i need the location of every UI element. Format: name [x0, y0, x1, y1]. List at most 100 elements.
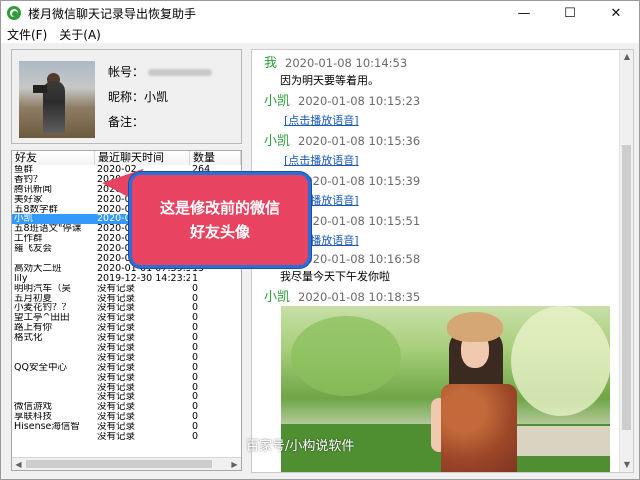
- message-sender: 小凯: [264, 134, 291, 149]
- remark-label: 备注：: [108, 115, 145, 129]
- photo-dress: [441, 384, 517, 472]
- friend-row[interactable]: 没有记录 0: [12, 353, 241, 363]
- annotation-callout: 这是修改前的微信 好友头像: [129, 172, 311, 268]
- message-time: 2020-01-08 10:14:53: [285, 56, 408, 70]
- friend-row-time: 没有记录: [97, 382, 136, 393]
- menu-bar: 文件(F) 关于(A): [1, 25, 639, 43]
- column-header-last-chat[interactable]: 最近聊天时间: [95, 151, 190, 165]
- column-header-friend[interactable]: 好友: [12, 151, 95, 165]
- friend-row[interactable]: 没有记录 0: [12, 343, 241, 353]
- friend-row[interactable]: 享联科技 没有记录 0: [12, 412, 241, 422]
- scroll-right-icon[interactable]: ▶: [228, 458, 241, 470]
- friend-row-count: 0: [192, 412, 199, 423]
- message-sender: 小凯: [264, 290, 291, 305]
- friend-row[interactable]: 小麦花钓？？ 没有记录 0: [12, 303, 241, 313]
- friend-row-count: 0: [192, 343, 199, 353]
- friend-row-count: 0: [192, 372, 199, 383]
- photo-sky-light: [511, 306, 610, 416]
- friend-row[interactable]: 没有记录 0: [12, 383, 241, 393]
- friend-row-time: 没有记录: [97, 372, 136, 383]
- friend-row-time: 没有记录: [97, 283, 136, 294]
- friend-row[interactable]: 没有记录 0: [12, 432, 241, 442]
- friend-row-name: [12, 373, 95, 383]
- message-time: 2020-01-08 10:15:36: [298, 134, 421, 148]
- account-value-blurred: [148, 69, 213, 76]
- play-voice-link[interactable]: [点击播放语音]: [284, 112, 359, 128]
- scroll-down-icon[interactable]: ▼: [620, 458, 633, 472]
- message-time: 2020-01-08 10:18:35: [298, 290, 421, 304]
- friend-row[interactable]: QQ安全中心 没有记录 0: [12, 363, 241, 373]
- remark-row: 备注：: [108, 113, 144, 130]
- minimize-button[interactable]: —: [501, 1, 547, 25]
- friend-row-count: 1: [192, 273, 199, 284]
- window-title: 楼月微信聊天记录导出恢复助手: [28, 6, 197, 21]
- menu-file[interactable]: 文件(F): [1, 26, 53, 43]
- friend-row-count: 0: [192, 382, 199, 393]
- account-row: 帐号：: [108, 63, 213, 80]
- friend-row-name: 格式化: [14, 333, 43, 344]
- friend-row[interactable]: 微信游戏 没有记录 0: [12, 402, 241, 412]
- message-sender: 小凯: [264, 94, 291, 109]
- callout-line-2: 好友头像: [189, 223, 250, 241]
- nickname-row: 昵称：小凯: [108, 88, 168, 105]
- vertical-scrollbar[interactable]: ▲ ▼: [619, 50, 633, 472]
- photo-bench: [511, 426, 610, 456]
- friend-row-count: 0: [192, 362, 199, 373]
- column-header-count[interactable]: 数量: [190, 151, 241, 165]
- friend-row[interactable]: 明明汽车（吴 没有记录 0: [12, 284, 241, 294]
- friend-row-name: [12, 432, 95, 442]
- account-label: 帐号：: [108, 65, 145, 79]
- friend-row-count: 0: [192, 333, 199, 344]
- friend-row[interactable]: 路上有你 没有记录 0: [12, 323, 241, 333]
- friend-row-count: 0: [192, 283, 199, 294]
- nickname-label: 昵称：: [108, 90, 145, 104]
- friend-row-time: 没有记录: [97, 323, 136, 334]
- friend-row-name: 五8班语文"停课: [14, 224, 82, 235]
- friend-row-name: 工作群: [14, 234, 43, 245]
- watermark: 百家号/小构说软件: [246, 439, 355, 454]
- friend-row-name: [12, 383, 95, 393]
- friend-row-time: 没有记录: [97, 343, 136, 353]
- scroll-thumb[interactable]: [26, 460, 212, 468]
- friend-row-name: 五月初夏: [14, 293, 53, 304]
- friend-row-time: 没有记录: [97, 392, 136, 403]
- friend-row-count: 0: [192, 352, 199, 363]
- friend-row-name: 羅飞友会: [14, 244, 53, 255]
- scroll-left-icon[interactable]: ◀: [12, 458, 25, 470]
- friend-row-name: 五8数学群: [14, 204, 59, 215]
- friend-row-time: 没有记录: [97, 412, 136, 423]
- friend-row-name: lily: [14, 273, 28, 284]
- close-button[interactable]: ✕: [593, 1, 639, 25]
- friend-row-name: 鱼群: [14, 165, 34, 175]
- friend-row[interactable]: 没有记录 0: [12, 392, 241, 402]
- friend-row-name: 小麦花钓？？: [14, 303, 72, 314]
- menu-about[interactable]: 关于(A): [53, 26, 107, 43]
- message-header: 我 2020-01-08 10:14:53: [264, 52, 407, 71]
- friend-row[interactable]: 没有记录 0: [12, 373, 241, 383]
- friend-row-name: 高効大二班: [14, 263, 62, 274]
- friend-row[interactable]: Hisense海信智 没有记录 0: [12, 422, 241, 432]
- callout-line-1: 这是修改前的微信: [159, 199, 280, 217]
- friend-row[interactable]: 望工亭^田田 没有记录 0: [12, 313, 241, 323]
- friend-row-count: 0: [192, 402, 199, 413]
- friend-row-time: 没有记录: [97, 333, 136, 344]
- friend-row[interactable]: 格式化 没有记录 0: [12, 333, 241, 343]
- friend-row[interactable]: lily 2019-12-30 14:23:22 1: [12, 274, 241, 284]
- friend-row-name: Hisense海信智: [14, 422, 80, 433]
- message-header: 小凯 2020-01-08 10:18:35: [264, 286, 420, 305]
- scroll-thumb[interactable]: [622, 145, 631, 430]
- friend-avatar: [19, 61, 95, 138]
- maximize-button[interactable]: ☐: [547, 1, 593, 25]
- title-bar: 楼月微信聊天记录导出恢复助手 — ☐ ✕: [1, 1, 639, 25]
- friend-row-name: 望工亭^田田: [14, 313, 70, 324]
- friend-row-count: 0: [192, 313, 199, 324]
- app-logo-icon: [7, 6, 21, 20]
- friend-row[interactable]: 五月初夏 没有记录 0: [12, 294, 241, 304]
- scroll-up-icon[interactable]: ▲: [620, 50, 633, 64]
- friend-row-count: 0: [192, 432, 199, 442]
- profile-panel: 帐号： 昵称：小凯 备注：: [11, 49, 242, 144]
- play-voice-link[interactable]: [点击播放语音]: [284, 152, 359, 168]
- friend-row-time: 没有记录: [97, 422, 136, 433]
- horizontal-scrollbar[interactable]: ◀ ▶: [12, 457, 241, 470]
- friend-row-count: 0: [192, 303, 199, 314]
